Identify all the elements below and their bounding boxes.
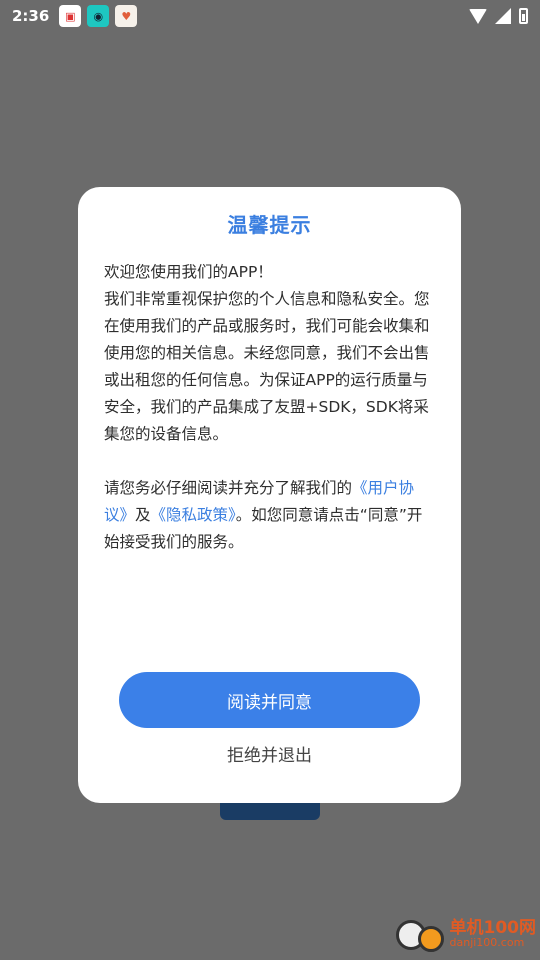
watermark: 单机100网 danji100.com (392, 914, 537, 954)
agree-button[interactable]: 阅读并同意 (119, 672, 420, 728)
watermark-domain: danji100.com (449, 936, 525, 950)
consent-prefix: 请您务必仔细阅读并充分了解我们的 (104, 479, 353, 497)
privacy-dialog: 温馨提示 欢迎您使用我们的APP！ 我们非常重视保护您的个人信息和隐私安全。您在… (78, 187, 461, 803)
wifi-icon (469, 8, 487, 24)
signal-icon (495, 8, 511, 24)
heart-app-icon: ♥ (115, 5, 138, 27)
dialog-title: 温馨提示 (227, 213, 312, 237)
system-status-icons (469, 8, 528, 24)
status-bar: 2:36 ▣ ◉ ♥ (0, 0, 540, 32)
battery-icon (519, 8, 528, 24)
app-notification-icon: ▣ (59, 5, 82, 27)
watermark-name: 单机100网 (449, 917, 537, 938)
consent-and: 及 (135, 506, 151, 524)
robot-app-icon: ◉ (87, 5, 110, 27)
decline-button[interactable]: 拒绝并退出 (78, 741, 461, 771)
dialog-body: 欢迎您使用我们的APP！ 我们非常重视保护您的个人信息和隐私安全。您在使用我们的… (104, 259, 431, 556)
privacy-policy-link[interactable]: 《隐私政策》 (151, 506, 236, 524)
watermark-logo (392, 914, 446, 954)
consent-paragraph: 请您务必仔细阅读并充分了解我们的《用户协议》及《隐私政策》。如您同意请点击“同意… (104, 475, 431, 556)
status-time: 2:36 (12, 7, 50, 25)
intro-paragraph: 欢迎您使用我们的APP！ 我们非常重视保护您的个人信息和隐私安全。您在使用我们的… (104, 263, 430, 443)
